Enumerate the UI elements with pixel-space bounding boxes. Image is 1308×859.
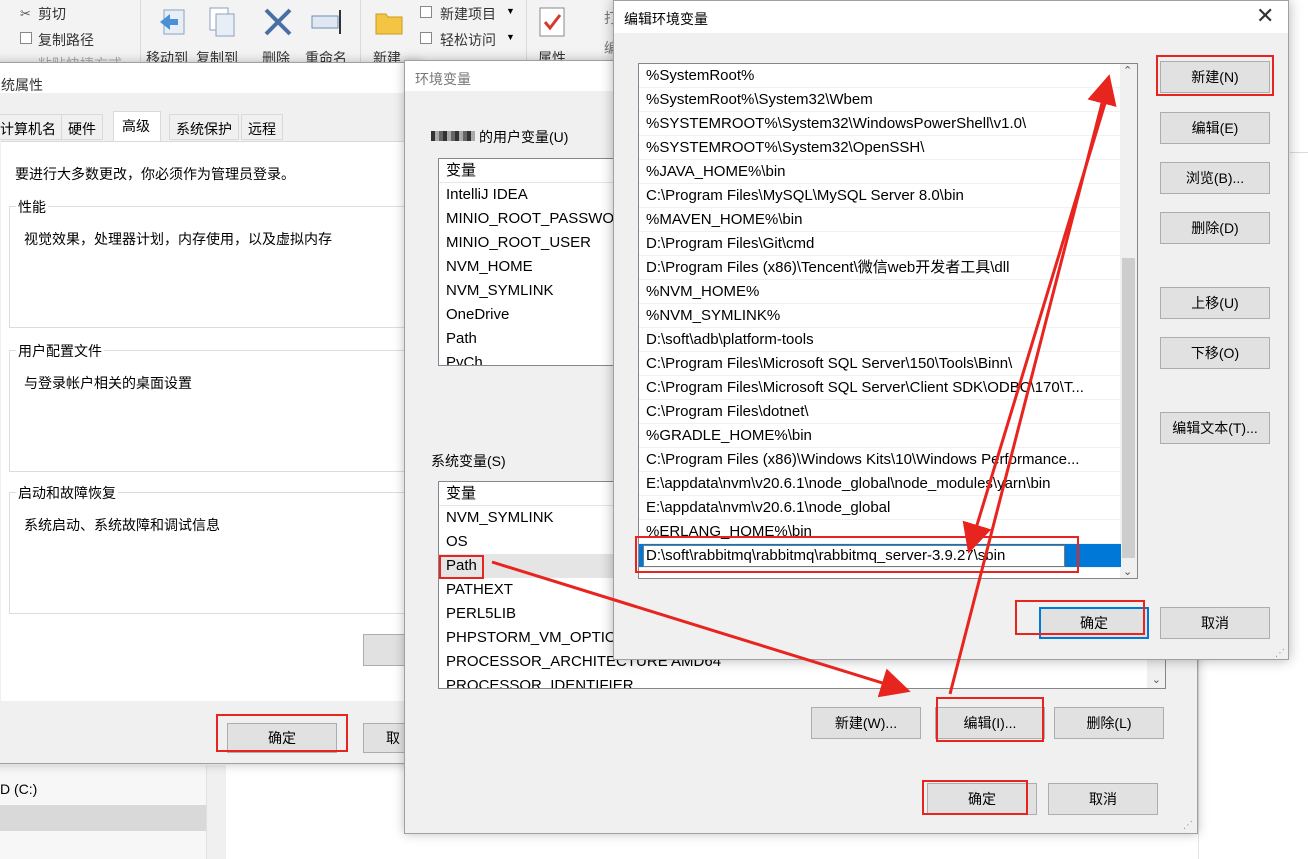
arrow-path-to-edit xyxy=(491,560,911,698)
annotation-arrows xyxy=(491,74,1117,698)
arrow-new-to-entry xyxy=(962,99,1108,554)
